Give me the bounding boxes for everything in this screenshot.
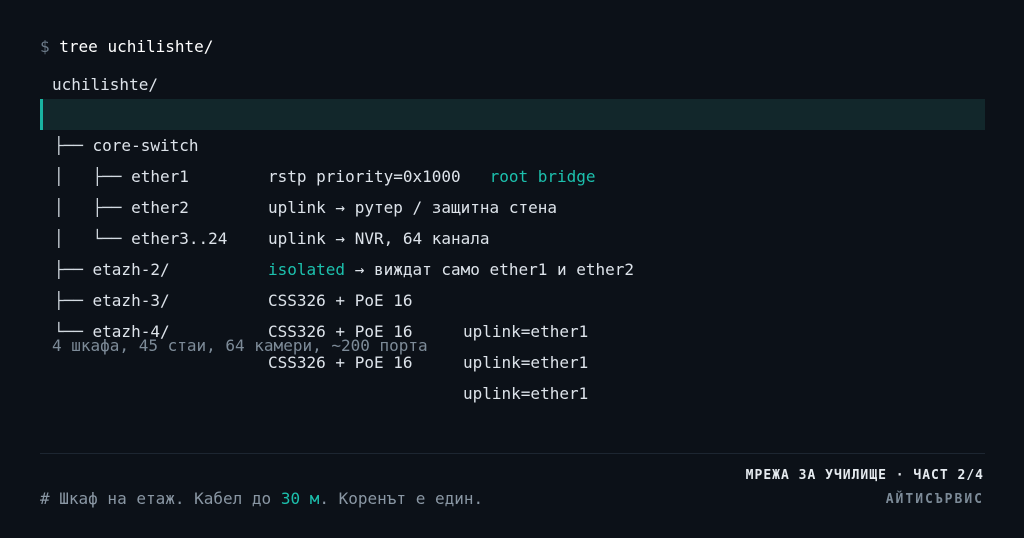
- tree-row-core-switch: ├── core-switch rstp priority=0x1000 roo…: [40, 99, 985, 186]
- tree-output: uchilishte/ ├── core-switch rstp priorit…: [40, 71, 985, 403]
- command-line: $ tree uchilishte/: [40, 34, 213, 60]
- cable-length-highlight: 30 м: [280, 489, 320, 508]
- tree-row-ether2: │ ├── ether2 uplink → NVR, 64 канала: [40, 161, 985, 248]
- node-uplink: uplink=ether1: [463, 322, 589, 341]
- footer-meta: МРЕЖА ЗА УЧИЛИЩЕ · ЧАСТ 2/4 АЙТИСЪРВИС: [746, 464, 984, 512]
- tree-root: uchilishte/: [52, 75, 158, 94]
- brand-logo-text: АЙТИСЪРВИС: [885, 492, 984, 507]
- series-label: МРЕЖА ЗА УЧИЛИЩЕ · ЧАСТ 2/4: [745, 468, 984, 483]
- tree-summary: 4 шкафа, 45 стаи, 64 камери, ~200 порта: [52, 336, 428, 355]
- node-uplink: uplink=ether1: [463, 384, 589, 403]
- tree-row-etazh-3: ├── etazh-3/ CSS326 + PoE 16 uplink=ethe…: [40, 254, 985, 372]
- footer-divider: [40, 453, 985, 454]
- tree-row-ether3-24: │ └── ether3..24 isolated → виждат само …: [40, 192, 985, 279]
- command-text: tree uchilishte/: [59, 37, 214, 56]
- tree-row-etazh-2: ├── etazh-2/ CSS326 + PoE 16 uplink=ethe…: [40, 223, 985, 341]
- node-uplink: uplink=ether1: [463, 353, 589, 372]
- prompt-symbol: $: [40, 37, 50, 56]
- tree-row-ether1: │ ├── ether1 uplink → рутер / защитна ст…: [40, 130, 985, 217]
- footer-comment: # Шкаф на етаж. Кабел до 30 м. Коренът е…: [40, 489, 484, 508]
- tree-row-etazh-4: └── etazh-4/ CSS326 + PoE 16 uplink=ethe…: [40, 285, 985, 403]
